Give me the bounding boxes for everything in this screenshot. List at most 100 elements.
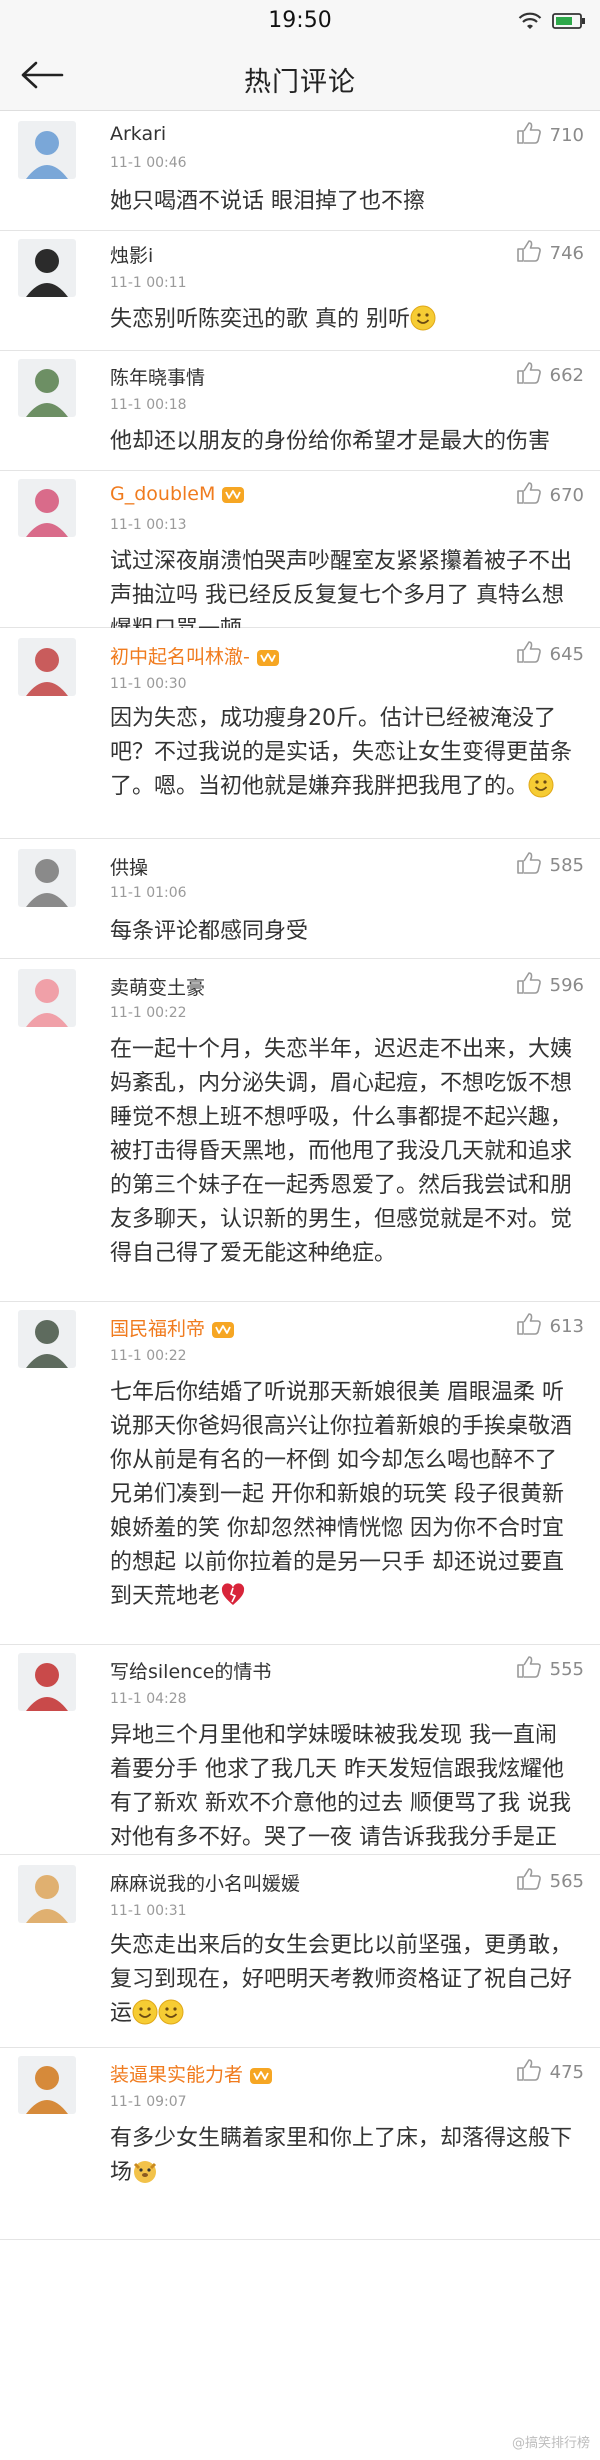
username-text: Arkari [110,123,167,145]
username[interactable]: 卖萌变土豪 [110,973,205,1000]
comment-text-body: 每条评论都感同身受 [110,919,309,944]
like-button[interactable]: 565 [516,1867,584,1895]
battery-icon [552,12,586,30]
comment-time: 11-1 00:31 [110,1903,187,1919]
thumbs-up-icon [516,1312,542,1340]
comment-text: 失恋别听陈奕迅的歌 真的 别听 [110,303,572,337]
username-text: G_doubleM [110,483,216,505]
comment-text-body: 有多少女生瞒着家里和你上了床，却落得这般下场 [110,2126,573,2185]
status-time: 19:50 [268,8,332,33]
avatar[interactable] [18,2056,76,2114]
thumbs-up-icon [516,121,542,149]
comment-text: 每条评论都感同身受 [110,915,572,949]
thumbs-up-icon [516,640,542,668]
like-button[interactable]: 475 [516,2058,584,2086]
comment-text-body: 七年后你结婚了听说那天新娘很美 眉眼温柔 听说那天你爸妈很高兴让你拉着新娘的手挨… [110,1380,573,1609]
watermark: @搞笑排行榜 [511,2436,590,2451]
username[interactable]: 麻麻说我的小名叫媛媛 [110,1869,300,1896]
username-text: 初中起名叫林澈- [110,646,250,668]
comment-time: 11-1 00:18 [110,397,187,413]
comment-time: 11-1 00:22 [110,1005,187,1021]
comment-time: 11-1 00:11 [110,275,187,291]
comment-time: 11-1 01:06 [110,885,187,901]
comment-text: 在一起十个月，失恋半年，迟迟走不出来，大姨妈紊乱，内分泌失调，眉心起痘，不想吃饭… [110,1033,572,1271]
dog-face-icon [132,2158,158,2184]
comment-item[interactable]: 写给silence的情书 11-1 04:28 555 异地三个月里他和学妹暧昧被我发… [0,1645,600,1884]
username[interactable]: Arkari [110,123,166,145]
like-button[interactable]: 670 [516,481,584,509]
comment-text: 有多少女生瞒着家里和你上了床，却落得这般下场 [110,2122,572,2190]
like-button[interactable]: 585 [516,851,584,879]
comment-time: 11-1 00:30 [110,676,187,692]
comment-time: 11-1 04:28 [110,1691,187,1707]
like-count: 670 [549,484,584,506]
like-button[interactable]: 710 [516,121,584,149]
comment-item[interactable]: 烛影i 11-1 00:11 746 失恋别听陈奕迅的歌 真的 别听 [0,231,600,351]
comment-text: 她只喝酒不说话 眼泪掉了也不擦 [110,185,572,219]
username[interactable]: 写给silence的情书 [110,1657,271,1684]
comment-item[interactable]: 装逼果实能力者 11-1 09:07 475 有多少女生瞒着家里和你上了床，却落得这般… [0,2048,600,2240]
username[interactable]: 初中起名叫林澈- [110,642,280,669]
like-count: 613 [549,1315,584,1337]
avatar[interactable] [18,1865,76,1923]
like-count: 662 [549,364,584,386]
username[interactable]: G_doubleM [110,483,245,505]
comment-item[interactable]: G_doubleM 11-1 00:13 670 试过深夜崩溃怕哭声吵醒室友紧紧攥着被… [0,471,600,642]
like-button[interactable]: 645 [516,640,584,668]
like-count: 596 [549,974,584,996]
thumbs-up-icon [516,2058,542,2086]
status-bar: 19:50 [0,0,600,44]
like-button[interactable]: 662 [516,361,584,389]
comment-item[interactable]: 陈年晓事情 11-1 00:18 662 他却还以朋友的身份给你希望才是最大的伤害 [0,351,600,471]
thumbs-up-icon [516,1655,542,1683]
comment-text-body: 因为失恋，成功瘦身20斤。估计已经被淹没了吧？不过我说的是实话，失恋让女生变得更… [110,706,573,799]
like-count: 645 [549,643,584,665]
username-text: 卖萌变土豪 [110,977,206,999]
comment-time: 11-1 00:46 [110,155,187,171]
username[interactable]: 烛影i [110,241,153,268]
username[interactable]: 国民福利帝 [110,1314,235,1341]
comment-text-body: 在一起十个月，失恋半年，迟迟走不出来，大姨妈紊乱，内分泌失调，眉心起痘，不想吃饭… [110,1037,573,1266]
like-count: 710 [549,124,584,146]
username[interactable]: 供操 [110,853,148,880]
avatar[interactable] [18,121,76,179]
thumbs-up-icon [516,971,542,999]
username-text: 国民福利帝 [110,1318,206,1340]
thumbs-up-icon [516,851,542,879]
like-count: 746 [549,242,584,264]
smile-emoji-icon [410,305,436,331]
comment-text: 他却还以朋友的身份给你希望才是最大的伤害 [110,425,572,459]
username[interactable]: 陈年晓事情 [110,363,205,390]
avatar[interactable] [18,1653,76,1711]
username[interactable]: 装逼果实能力者 [110,2060,273,2087]
comment-item[interactable]: 麻麻说我的小名叫媛媛 11-1 00:31 565 失恋走出来后的女生会更比以前坚强，… [0,1855,600,2048]
like-count: 475 [549,2061,584,2083]
nav-bar: 热门评论 [0,44,600,111]
username-text: 供操 [110,857,149,879]
avatar[interactable] [18,359,76,417]
avatar[interactable] [18,239,76,297]
comment-text: 七年后你结婚了听说那天新娘很美 眉眼温柔 听说那天你爸妈很高兴让你拉着新娘的手挨… [110,1376,572,1614]
comment-item[interactable]: 供操 11-1 01:06 585 每条评论都感同身受 [0,839,600,959]
avatar[interactable] [18,969,76,1027]
avatar[interactable] [18,479,76,537]
vip-crown-icon [211,1320,235,1340]
smile-emoji-icon [158,1999,184,2025]
avatar[interactable] [18,849,76,907]
like-button[interactable]: 746 [516,239,584,267]
username-text: 陈年晓事情 [110,367,206,389]
comment-item[interactable]: 国民福利帝 11-1 00:22 613 七年后你结婚了听说那天新娘很美 眉眼温柔 听… [0,1302,600,1645]
like-count: 565 [549,1870,584,1892]
like-button[interactable]: 555 [516,1655,584,1683]
avatar[interactable] [18,638,76,696]
comment-text: 因为失恋，成功瘦身20斤。估计已经被淹没了吧？不过我说的是实话，失恋让女生变得更… [110,702,572,804]
smile-emoji-icon [528,772,554,798]
comment-item[interactable]: 卖萌变土豪 11-1 00:22 596 在一起十个月，失恋半年，迟迟走不出来，大姨妈… [0,959,600,1302]
like-button[interactable]: 613 [516,1312,584,1340]
broken-heart-icon [220,1582,246,1608]
like-button[interactable]: 596 [516,971,584,999]
thumbs-up-icon [516,481,542,509]
avatar[interactable] [18,1310,76,1368]
comment-item[interactable]: 初中起名叫林澈- 11-1 00:30 645 因为失恋，成功瘦身20斤。估计已经被淹… [0,628,600,839]
comment-item[interactable]: Arkari 11-1 00:46 710 她只喝酒不说话 眼泪掉了也不擦 [0,111,600,231]
